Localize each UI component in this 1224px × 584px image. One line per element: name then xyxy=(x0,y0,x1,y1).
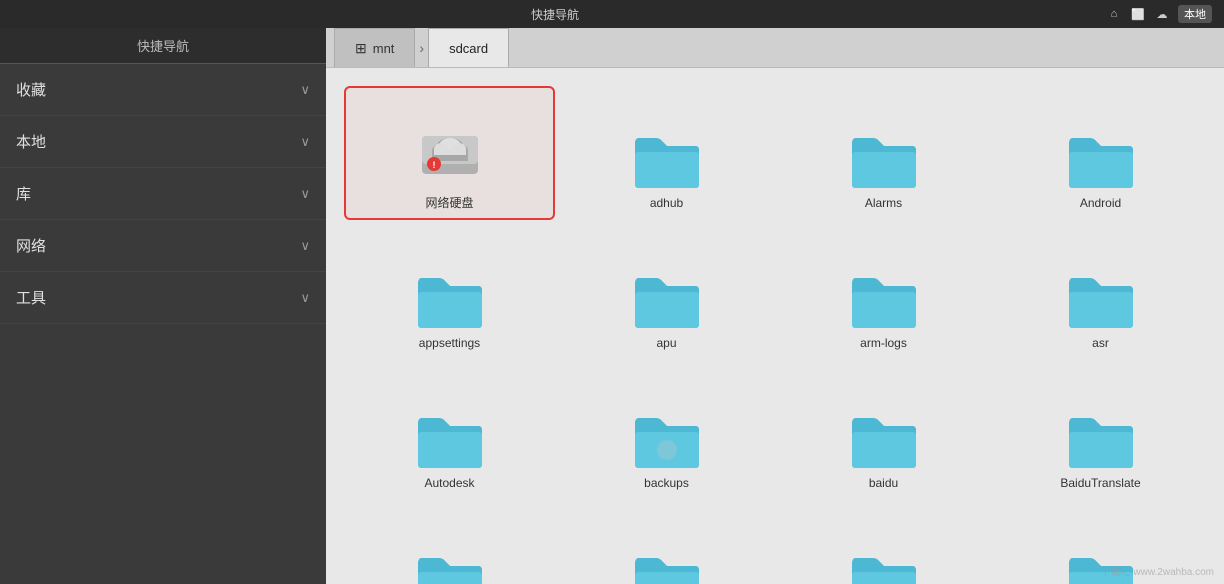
file-label-baidutranslate: BaiduTranslate xyxy=(1060,476,1140,492)
sidebar: 快捷导航 收藏 ∨ 本地 ∨ 库 ∨ 网络 ∨ 工具 ∨ xyxy=(0,28,326,584)
file-label-arm-logs: arm-logs xyxy=(860,336,907,352)
file-item-adhub[interactable]: adhub xyxy=(563,88,770,218)
file-item-config[interactable]: CONFIG xyxy=(780,508,987,584)
path-tab-sdcard-label: sdcard xyxy=(449,41,488,56)
top-bar-right: ⌂ ⬜ ☁ 本地 xyxy=(1106,5,1212,23)
home-icon[interactable]: ⌂ xyxy=(1106,6,1122,22)
top-bar: 快捷导航 ⌂ ⬜ ☁ 本地 xyxy=(0,0,1224,28)
folder-icon xyxy=(1065,270,1137,330)
folder-icon xyxy=(1065,130,1137,190)
cloud-icon[interactable]: ☁ xyxy=(1154,6,1170,22)
sidebar-item-local[interactable]: 本地 ∨ xyxy=(0,116,326,168)
file-item-baidu[interactable]: baidu xyxy=(780,368,987,498)
sidebar-item-label: 网络 xyxy=(16,235,46,256)
local-badge: 本地 xyxy=(1178,5,1212,23)
file-item-alarms[interactable]: Alarms xyxy=(780,88,987,218)
file-item-blue-utils[interactable]: blue.utils xyxy=(346,508,553,584)
path-tab-sdcard[interactable]: sdcard xyxy=(428,28,509,67)
file-label-asr: asr xyxy=(1092,336,1109,352)
file-item-network-drive[interactable]: ! 网络硬盘 xyxy=(346,88,553,218)
path-tab-mnt-label: mnt xyxy=(373,41,395,56)
file-item-cut-the-rope[interactable]: Cut the Rope xyxy=(997,508,1204,584)
path-tab-mnt[interactable]: ⊞ mnt xyxy=(334,28,415,67)
top-bar-title: 快捷导航 xyxy=(12,6,1098,23)
path-bar: ⊞ mnt › sdcard xyxy=(326,28,1224,68)
sidebar-item-label: 工具 xyxy=(16,287,46,308)
file-item-apu[interactable]: apu xyxy=(563,228,770,358)
file-item-backups[interactable]: backups xyxy=(563,368,770,498)
window-icon[interactable]: ⬜ xyxy=(1130,6,1146,22)
folder-icon xyxy=(414,270,486,330)
folder-icon xyxy=(414,550,486,584)
folder-icon xyxy=(1065,410,1137,470)
file-item-arm-logs[interactable]: arm-logs xyxy=(780,228,987,358)
file-item-asr[interactable]: asr xyxy=(997,228,1204,358)
chevron-down-icon: ∨ xyxy=(300,186,310,202)
file-item-bstfolder[interactable]: bstfolder xyxy=(563,508,770,584)
file-label-backups: backups xyxy=(644,476,689,492)
chevron-down-icon: ∨ xyxy=(300,290,310,306)
path-segment-sdcard[interactable]: sdcard xyxy=(428,28,509,67)
folder-icon xyxy=(1065,550,1137,584)
file-item-baidutranslate[interactable]: BaiduTranslate xyxy=(997,368,1204,498)
sidebar-item-tools[interactable]: 工具 ∨ xyxy=(0,272,326,324)
file-label-alarms: Alarms xyxy=(865,196,902,212)
folder-icon xyxy=(631,130,703,190)
network-drive-icon: ! xyxy=(414,118,486,190)
sidebar-item-network[interactable]: 网络 ∨ xyxy=(0,220,326,272)
sidebar-item-library[interactable]: 库 ∨ xyxy=(0,168,326,220)
file-label-apu: apu xyxy=(656,336,676,352)
folder-icon xyxy=(848,410,920,470)
folder-icon xyxy=(631,550,703,584)
sidebar-item-label: 收藏 xyxy=(16,79,46,100)
file-grid: ! 网络硬盘 adhub xyxy=(326,68,1224,584)
file-label-adhub: adhub xyxy=(650,196,683,212)
file-label-network-drive: 网络硬盘 xyxy=(425,196,473,212)
path-segment-mnt[interactable]: ⊞ mnt xyxy=(334,28,415,67)
right-panel: ⊞ mnt › sdcard xyxy=(326,28,1224,584)
chevron-down-icon: ∨ xyxy=(300,238,310,254)
grid-icon: ⊞ xyxy=(355,40,367,57)
file-label-baidu: baidu xyxy=(869,476,898,492)
sidebar-item-label: 本地 xyxy=(16,131,46,152)
chevron-down-icon: ∨ xyxy=(300,82,310,98)
file-label-appsettings: appsettings xyxy=(419,336,480,352)
file-label-android: Android xyxy=(1080,196,1121,212)
file-item-autodesk[interactable]: Autodesk xyxy=(346,368,553,498)
sidebar-nav-header: 快捷导航 xyxy=(0,28,326,64)
sidebar-item-favorites[interactable]: 收藏 ∨ xyxy=(0,64,326,116)
file-item-android[interactable]: Android xyxy=(997,88,1204,218)
folder-icon xyxy=(848,270,920,330)
main-content: 快捷导航 收藏 ∨ 本地 ∨ 库 ∨ 网络 ∨ 工具 ∨ ⊞ mnt xyxy=(0,28,1224,584)
folder-icon xyxy=(848,550,920,584)
sidebar-item-label: 库 xyxy=(16,183,31,204)
file-item-appsettings[interactable]: appsettings xyxy=(346,228,553,358)
folder-icon xyxy=(631,270,703,330)
svg-text:!: ! xyxy=(432,160,435,170)
chevron-down-icon: ∨ xyxy=(300,134,310,150)
folder-icon xyxy=(631,410,703,470)
folder-icon xyxy=(848,130,920,190)
file-label-autodesk: Autodesk xyxy=(424,476,474,492)
folder-icon xyxy=(414,410,486,470)
path-arrow: › xyxy=(415,40,428,56)
